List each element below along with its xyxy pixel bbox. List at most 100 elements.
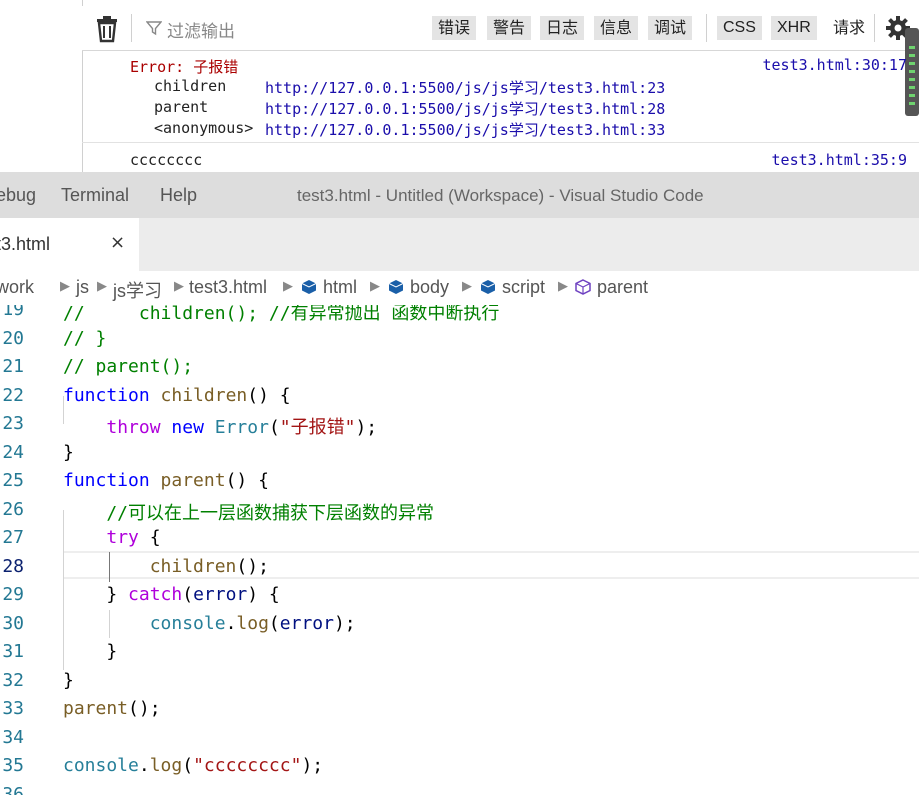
console-toolbar: 过滤输出 错误 警告 日志 信息 调试 CSS XHR 请求	[82, 6, 919, 51]
error-title: Error: 子报错	[130, 56, 238, 77]
code-line: 34	[0, 724, 919, 752]
filter-button-css[interactable]: CSS	[717, 16, 762, 40]
filter-button-xhr[interactable]: XHR	[771, 16, 817, 40]
line-number: 32	[2, 670, 24, 691]
devtools-side-strip	[0, 0, 83, 172]
window-title: test3.html - Untitled (Workspace) - Visu…	[297, 186, 704, 205]
code-line-active: 28 children();	[0, 553, 919, 581]
tab-label: t3.html	[0, 234, 51, 254]
level-button-logs[interactable]: 日志	[540, 16, 585, 40]
element-icon	[301, 280, 317, 294]
line-number: 25	[2, 470, 24, 491]
stack-frame-name: parent	[154, 98, 209, 116]
line-number: 35	[2, 755, 24, 776]
code-line: 19 // children(); //有异常抛出 函数中断执行	[0, 305, 919, 324]
console-error-message[interactable]: Error: 子报错 test3.html:30:17 children htt…	[82, 52, 919, 143]
code-text: throw new Error("子报错");	[106, 417, 378, 438]
menu-help[interactable]: Help	[160, 185, 197, 206]
code-text: parent();	[63, 698, 161, 719]
filter-input[interactable]: 过滤输出	[167, 17, 235, 42]
level-button-errors[interactable]: 错误	[432, 16, 477, 40]
chevron-right-icon: ▶	[283, 279, 293, 294]
code-line: 20 // }	[0, 325, 919, 353]
code-text: // parent();	[63, 356, 194, 377]
line-number: 22	[2, 385, 24, 406]
filter-icon	[146, 21, 162, 36]
console-log-message[interactable]: cccccccc test3.html:35:9	[82, 143, 919, 171]
vscode-titlebar: ebug Terminal Help test3.html - Untitled…	[0, 172, 919, 218]
chevron-right-icon: ▶	[462, 279, 472, 294]
stack-frame-name: <anonymous>	[154, 119, 254, 137]
chevron-right-icon: ▶	[370, 279, 380, 294]
chevron-right-icon: ▶	[558, 279, 568, 294]
breadcrumb-item-work[interactable]: work	[0, 277, 34, 298]
code-line: 30 console.log(error);	[0, 610, 919, 638]
close-icon[interactable]: ×	[110, 232, 125, 253]
code-text: // children(); //有异常抛出 函数中断执行	[63, 305, 500, 324]
menu-debug[interactable]: ebug	[0, 185, 36, 206]
breadcrumb-item-parent[interactable]: parent	[597, 277, 648, 298]
breadcrumb: work ▶ js ▶ js学习 ▶ test3.html ▶ html ▶ b…	[0, 271, 919, 305]
code-text: } catch(error) {	[63, 584, 280, 605]
chevron-right-icon: ▶	[60, 279, 70, 294]
line-number: 33	[2, 698, 24, 719]
code-text: try {	[106, 527, 161, 548]
code-line: 31 }	[0, 638, 919, 666]
toolbar-divider	[874, 14, 875, 42]
code-line: 27 try {	[0, 524, 919, 552]
log-source-link[interactable]: test3.html:35:9	[772, 151, 907, 169]
code-line: 29 } catch(error) {	[0, 581, 919, 609]
code-text: console.log(error);	[149, 613, 356, 634]
line-number: 34	[2, 727, 24, 748]
error-source-link[interactable]: test3.html:30:17	[763, 56, 908, 74]
line-number: 26	[2, 499, 24, 520]
code-line: 21 // parent();	[0, 353, 919, 381]
line-number: 20	[2, 328, 24, 349]
code-line: 22 function children() {	[0, 382, 919, 410]
breadcrumb-item-html[interactable]: html	[323, 277, 357, 298]
tab-test3-html[interactable]: t3.html ×	[0, 218, 139, 271]
code-line: 26 //可以在上一层函数捕获下层函数的异常	[0, 496, 919, 524]
filter-button-requests[interactable]: 请求	[833, 16, 865, 40]
code-editor[interactable]: 19 // children(); //有异常抛出 函数中断执行 20 // }…	[0, 305, 919, 795]
breadcrumb-item-js[interactable]: js	[76, 277, 89, 298]
devtools-console-panel: 过滤输出 错误 警告 日志 信息 调试 CSS XHR 请求 Error: 子报…	[0, 0, 919, 172]
breadcrumb-item-script[interactable]: script	[502, 277, 545, 298]
menu-terminal[interactable]: Terminal	[61, 185, 129, 206]
line-number: 31	[2, 641, 24, 662]
toolbar-divider	[131, 14, 132, 42]
error-text: 子报错	[193, 58, 239, 76]
level-button-debug[interactable]: 调试	[648, 16, 693, 40]
code-line: 24 }	[0, 439, 919, 467]
breadcrumb-item-file[interactable]: test3.html	[189, 277, 267, 298]
trash-icon[interactable]	[94, 15, 120, 43]
method-icon	[575, 279, 591, 295]
stack-frame-url[interactable]: http://127.0.0.1:5500/js/js学习/test3.html…	[265, 77, 665, 98]
element-icon	[480, 280, 496, 294]
code-text: function parent() {	[63, 470, 269, 491]
code-line: 23 throw new Error("子报错");	[0, 410, 919, 438]
line-number: 29	[2, 584, 24, 605]
code-text: }	[63, 442, 74, 463]
code-text: //可以在上一层函数捕获下层函数的异常	[63, 503, 435, 524]
code-line: 33 parent();	[0, 695, 919, 723]
line-number: 19	[2, 305, 24, 320]
breadcrumb-item-folder[interactable]: js学习	[113, 277, 162, 303]
breadcrumb-item-body[interactable]: body	[410, 277, 449, 298]
stack-frame-url[interactable]: http://127.0.0.1:5500/js/js学习/test3.html…	[265, 119, 665, 140]
stack-frame-url[interactable]: http://127.0.0.1:5500/js/js学习/test3.html…	[265, 98, 665, 119]
code-text: }	[63, 641, 118, 662]
level-button-info[interactable]: 信息	[594, 16, 639, 40]
stack-frame-name: children	[154, 77, 227, 95]
code-text: // }	[63, 328, 107, 349]
line-number: 30	[2, 613, 24, 634]
line-number: 36	[2, 784, 24, 795]
code-text: children();	[149, 556, 269, 577]
log-text: cccccccc	[130, 151, 203, 169]
chevron-right-icon: ▶	[174, 279, 184, 294]
code-line: 36	[0, 781, 919, 795]
line-number: 21	[2, 356, 24, 377]
error-prefix: Error:	[130, 58, 194, 76]
level-button-warnings[interactable]: 警告	[487, 16, 532, 40]
line-number: 27	[2, 527, 24, 548]
